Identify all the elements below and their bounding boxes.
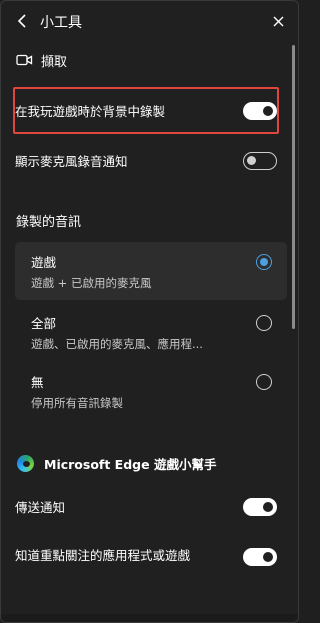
record-background-toggle[interactable] (243, 102, 277, 120)
audio-option-title: 遊戲 (31, 255, 57, 270)
radio-button[interactable] (256, 315, 272, 331)
audio-option-desc: 停用所有音訊錄製 (31, 396, 123, 410)
camera-icon (16, 54, 33, 66)
audio-option-title: 無 (31, 375, 44, 390)
close-icon (273, 16, 283, 26)
focus-apps-row: 知道重點關注的應用程式或遊戲 (15, 547, 277, 585)
record-background-row: 在我玩遊戲時於背景中錄製 (15, 101, 277, 121)
radio-button[interactable] (256, 254, 272, 270)
toggle-knob (247, 156, 256, 165)
audio-option-all[interactable]: 全部 遊戲、已啟用的麥克風、應用程... (15, 303, 287, 361)
chevron-left-icon (17, 14, 26, 28)
send-notifications-toggle[interactable] (243, 498, 277, 516)
edge-section-title: Microsoft Edge 遊戲小幫手 (44, 456, 217, 472)
send-notifications-row: 傳送通知 (15, 497, 277, 517)
focus-apps-label: 知道重點關注的應用程式或遊戲 (15, 548, 191, 563)
audio-option-game[interactable]: 遊戲 遊戲 + 已啟用的麥克風 (15, 242, 287, 300)
back-button[interactable] (13, 11, 33, 31)
edge-section-header: Microsoft Edge 遊戲小幫手 (17, 453, 216, 473)
capture-section-header: 擷取 (16, 50, 67, 70)
focus-apps-toggle[interactable] (243, 548, 277, 566)
audio-option-title: 全部 (31, 316, 57, 331)
widget-panel: 小工具 擷取 在我玩遊戲時於背景中錄製 顯示麥克風錄音通知 錄製的音訊 遊戲 遊… (0, 0, 299, 623)
edge-icon (17, 454, 34, 472)
toggle-knob (263, 552, 273, 562)
send-notifications-label: 傳送通知 (15, 499, 66, 515)
radio-button[interactable] (256, 374, 272, 390)
toggle-knob (263, 106, 273, 116)
scrollbar[interactable] (292, 45, 295, 329)
close-button[interactable] (268, 11, 288, 31)
page-title: 小工具 (40, 15, 82, 31)
audio-option-desc: 遊戲 + 已啟用的麥克風 (31, 276, 152, 290)
bottom-edge (1, 614, 298, 622)
header: 小工具 (1, 1, 298, 41)
mic-notification-row: 顯示麥克風錄音通知 (15, 151, 277, 171)
mic-notification-label: 顯示麥克風錄音通知 (15, 153, 128, 169)
record-background-label: 在我玩遊戲時於背景中錄製 (15, 103, 166, 119)
toggle-knob (263, 502, 273, 512)
mic-notification-toggle[interactable] (243, 152, 277, 170)
audio-section-title: 錄製的音訊 (16, 215, 82, 230)
audio-option-none[interactable]: 無 停用所有音訊錄製 (15, 362, 287, 420)
capture-label: 擷取 (41, 54, 68, 70)
audio-option-desc: 遊戲、已啟用的麥克風、應用程... (31, 337, 203, 351)
